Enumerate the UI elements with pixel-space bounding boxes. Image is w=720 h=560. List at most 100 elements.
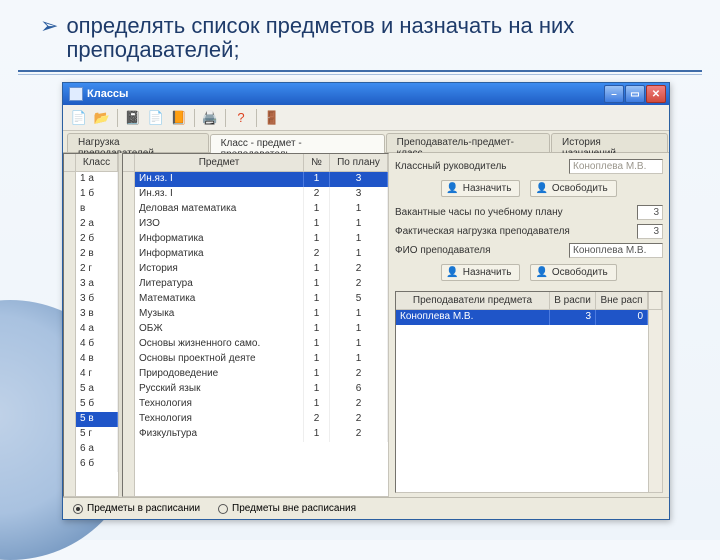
- class-cell: 2 б: [76, 232, 118, 247]
- subject-row[interactable]: Ин.яз. I13: [135, 172, 388, 187]
- teacher-in-header[interactable]: В распи: [550, 292, 596, 310]
- class-row[interactable]: 4 б: [76, 337, 118, 352]
- subject-row[interactable]: Основы проектной деяте11: [135, 352, 388, 367]
- minimize-button[interactable]: –: [604, 85, 624, 103]
- subject-row[interactable]: Природоведение12: [135, 367, 388, 382]
- subject-row[interactable]: Русский язык16: [135, 382, 388, 397]
- teacher-out-header[interactable]: Вне расп: [596, 292, 648, 310]
- class-column-header[interactable]: Класс: [76, 154, 118, 172]
- subject-num-cell: 1: [304, 352, 330, 367]
- subject-row[interactable]: Технология22: [135, 412, 388, 427]
- radio-icon: [218, 504, 228, 514]
- subject-row[interactable]: Информатика11: [135, 232, 388, 247]
- class-cell: 5 г: [76, 427, 118, 442]
- subject-row[interactable]: Информатика21: [135, 247, 388, 262]
- toolbar-new-icon[interactable]: 📄: [69, 108, 89, 128]
- tab-history[interactable]: История назначений: [551, 133, 668, 152]
- assign-teacher-button[interactable]: 👤 Назначить: [441, 264, 520, 281]
- radio-out-schedule[interactable]: Предметы вне расписания: [218, 503, 356, 514]
- right-pane: Классный руководитель Коноплева М.В. 👤 Н…: [389, 153, 669, 497]
- maximize-button[interactable]: ▭: [625, 85, 645, 103]
- class-row[interactable]: 4 г: [76, 367, 118, 382]
- rowgutter-header: [123, 154, 135, 172]
- class-row[interactable]: 5 в: [76, 412, 118, 427]
- subject-row[interactable]: Деловая математика11: [135, 202, 388, 217]
- subject-row[interactable]: Основы жизненного само.11: [135, 337, 388, 352]
- subject-grid[interactable]: Предмет № По плану Ин.яз. I13Ин.яз. I23Д…: [122, 153, 389, 497]
- class-row[interactable]: 2 в: [76, 247, 118, 262]
- class-row[interactable]: 3 б: [76, 292, 118, 307]
- titlebar[interactable]: Классы – ▭ ✕: [63, 83, 669, 105]
- class-row[interactable]: 2 б: [76, 232, 118, 247]
- class-row[interactable]: 1 а: [76, 172, 118, 187]
- subject-plan-cell: 1: [330, 217, 388, 232]
- subject-row[interactable]: Математика15: [135, 292, 388, 307]
- subject-name-header[interactable]: Предмет: [135, 154, 304, 172]
- subject-num-cell: 1: [304, 277, 330, 292]
- class-row[interactable]: 4 а: [76, 322, 118, 337]
- subject-plan-cell: 1: [330, 352, 388, 367]
- toolbar-open-icon[interactable]: 📂: [92, 108, 112, 128]
- class-row[interactable]: 3 а: [76, 277, 118, 292]
- radio-out-schedule-label: Предметы вне расписания: [232, 503, 356, 514]
- subject-row[interactable]: ИЗО11: [135, 217, 388, 232]
- subject-num-cell: 2: [304, 187, 330, 202]
- subject-row[interactable]: Физкультура12: [135, 427, 388, 442]
- class-row[interactable]: 5 а: [76, 382, 118, 397]
- assign-label: Назначить: [463, 183, 512, 194]
- subject-plan-header[interactable]: По плану: [330, 154, 388, 172]
- toolbar-gray-doc-icon[interactable]: 📄: [146, 108, 166, 128]
- scrollbar[interactable]: [648, 292, 662, 310]
- teacher-row[interactable]: Коноплева М.В.30: [396, 310, 648, 325]
- release-teacher-button[interactable]: 👤 Освободить: [530, 264, 616, 281]
- tab-load[interactable]: Нагрузка преподавателей: [67, 133, 209, 152]
- accent-rule-thin: [18, 74, 702, 75]
- class-row[interactable]: 6 а: [76, 442, 118, 457]
- class-row[interactable]: 3 в: [76, 307, 118, 322]
- radio-in-schedule[interactable]: Предметы в расписании: [73, 503, 200, 514]
- subject-name-cell: Русский язык: [135, 382, 304, 397]
- subject-row[interactable]: ОБЖ11: [135, 322, 388, 337]
- close-button[interactable]: ✕: [646, 85, 666, 103]
- assign-class-teacher-button[interactable]: 👤 Назначить: [441, 180, 520, 197]
- toolbar-help-icon[interactable]: ?: [231, 108, 251, 128]
- subject-row[interactable]: Музыка11: [135, 307, 388, 322]
- radio-icon: [73, 504, 83, 514]
- toolbar-print-icon[interactable]: 🖨️: [200, 108, 220, 128]
- toolbar-exit-icon[interactable]: 🚪: [262, 108, 282, 128]
- class-row[interactable]: 5 г: [76, 427, 118, 442]
- toolbar-purple-doc-icon[interactable]: 📓: [123, 108, 143, 128]
- footer: Предметы в расписании Предметы вне распи…: [63, 497, 669, 519]
- class-row[interactable]: 2 г: [76, 262, 118, 277]
- subject-name-cell: Технология: [135, 397, 304, 412]
- subject-num-header[interactable]: №: [304, 154, 330, 172]
- teacher-grid[interactable]: Преподаватели предмета В распи Вне расп …: [395, 291, 663, 493]
- toolbar-separator: [117, 109, 118, 127]
- class-row[interactable]: 5 б: [76, 397, 118, 412]
- class-row[interactable]: в: [76, 202, 118, 217]
- toolbar-brown-doc-icon[interactable]: 📙: [169, 108, 189, 128]
- subject-num-cell: 1: [304, 202, 330, 217]
- tab-class-subject-teacher[interactable]: Класс - предмет - преподаватель: [210, 134, 385, 153]
- class-row[interactable]: 6 б: [76, 457, 118, 472]
- teacher-fio-value[interactable]: Коноплева М.В.: [569, 243, 663, 258]
- class-cell: 2 в: [76, 247, 118, 262]
- content-area: Класс 1 а1 бв2 а2 б2 в2 г3 а3 б3 в4 а4 б…: [63, 153, 669, 497]
- subject-plan-cell: 2: [330, 412, 388, 427]
- tab-teacher-subject-class[interactable]: Преподаватель-предмет-класс: [386, 133, 550, 152]
- person-add-icon: 👤: [446, 267, 458, 278]
- subject-row[interactable]: Литература12: [135, 277, 388, 292]
- subject-row[interactable]: Технология12: [135, 397, 388, 412]
- class-grid[interactable]: Класс 1 а1 бв2 а2 б2 в2 г3 а3 б3 в4 а4 б…: [63, 153, 119, 497]
- release-class-teacher-button[interactable]: 👤 Освободить: [530, 180, 616, 197]
- subject-row[interactable]: Ин.яз. I23: [135, 187, 388, 202]
- subject-row[interactable]: История12: [135, 262, 388, 277]
- scrollbar[interactable]: [648, 310, 662, 492]
- class-row[interactable]: 4 в: [76, 352, 118, 367]
- title-buttons: – ▭ ✕: [604, 85, 666, 103]
- class-cell: 2 г: [76, 262, 118, 277]
- class-row[interactable]: 1 б: [76, 187, 118, 202]
- class-row[interactable]: 2 а: [76, 217, 118, 232]
- teacher-name-header[interactable]: Преподаватели предмета: [396, 292, 550, 310]
- teacher-fio-label: ФИО преподавателя: [395, 245, 565, 256]
